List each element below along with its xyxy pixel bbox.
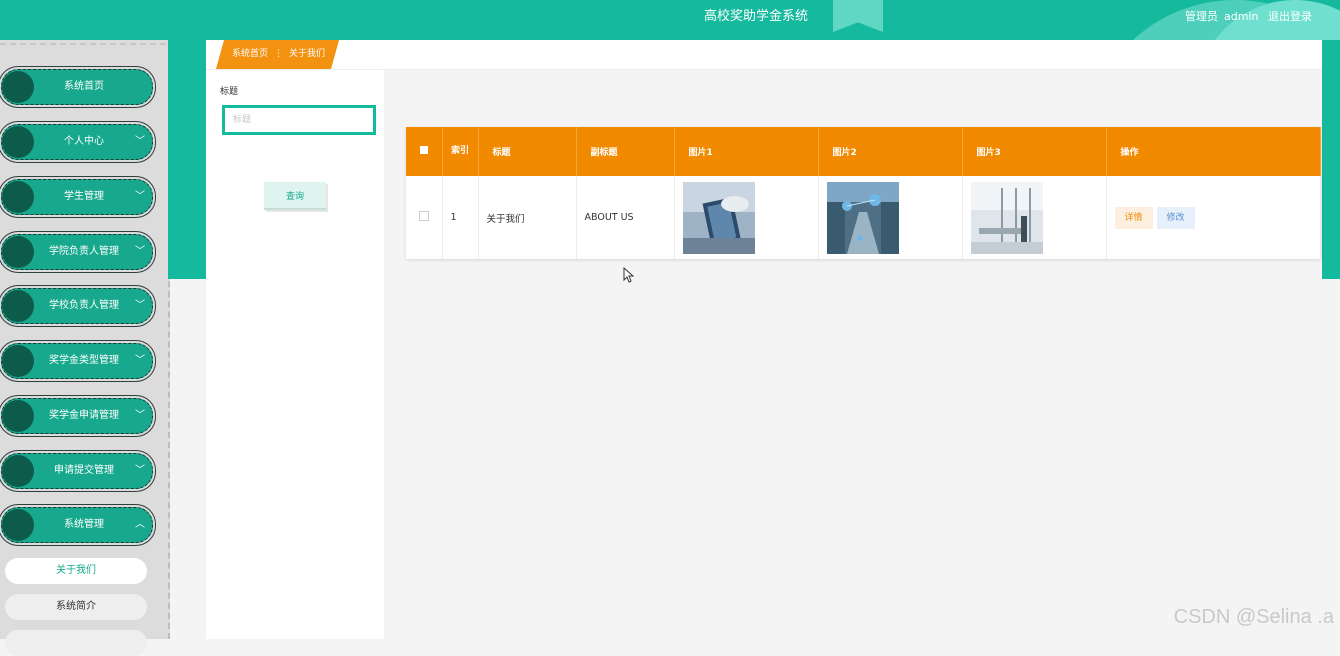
chevron-down-icon: ﹀ bbox=[135, 454, 145, 488]
search-panel: 标题 查询 bbox=[206, 70, 384, 639]
breadcrumb-current: 关于我们 bbox=[289, 49, 325, 59]
meeting-room-photo-image[interactable] bbox=[971, 182, 1043, 254]
header-actions: 操作 bbox=[1106, 127, 1320, 176]
circle-knob-icon bbox=[2, 71, 34, 103]
mouse-pointer-icon bbox=[623, 267, 635, 283]
chevron-down-icon: ﹀ bbox=[135, 125, 145, 159]
circle-knob-icon bbox=[2, 345, 34, 377]
circle-knob-icon bbox=[2, 126, 34, 158]
sidebar-item-submissions[interactable]: 申请提交管理 ﹀ bbox=[1, 453, 153, 489]
sidebar-item-label: 学校负责人管理 bbox=[38, 289, 130, 323]
cell-title: 关于我们 bbox=[478, 176, 576, 259]
header-index: 索引 bbox=[442, 127, 478, 176]
circle-knob-icon bbox=[2, 455, 34, 487]
sidebar-item-home[interactable]: 系统首页 bbox=[1, 69, 153, 105]
sidebar-subitem-more[interactable] bbox=[5, 630, 147, 656]
header-subtitle: 副标题 bbox=[576, 127, 674, 176]
edit-button[interactable]: 修改 bbox=[1157, 207, 1195, 229]
header-image1: 图片1 bbox=[674, 127, 818, 176]
sidebar-item-school-heads[interactable]: 学校负责人管理 ﹀ bbox=[1, 288, 153, 324]
data-table: 索引 标题 副标题 图片1 图片2 图片3 操作 1 关于我们 ABOUT US bbox=[406, 127, 1321, 259]
chevron-down-icon: ﹀ bbox=[135, 344, 145, 378]
header-image2: 图片2 bbox=[818, 127, 962, 176]
breadcrumb-bar: 系统首页 ⋮ 关于我们 bbox=[206, 40, 1322, 70]
sidebar-item-scholarship-types[interactable]: 奖学金类型管理 ﹀ bbox=[1, 343, 153, 379]
sidebar-item-college-heads[interactable]: 学院负责人管理 ﹀ bbox=[1, 234, 153, 270]
cell-image3 bbox=[962, 176, 1106, 259]
header-title: 标题 bbox=[478, 127, 576, 176]
logout-link[interactable]: 退出登录 bbox=[1268, 10, 1312, 23]
sidebar-item-students[interactable]: 学生管理 ﹀ bbox=[1, 179, 153, 215]
search-label: 标题 bbox=[220, 84, 238, 97]
sidebar-item-scholarship-applications[interactable]: 奖学金申请管理 ﹀ bbox=[1, 398, 153, 434]
sidebar-item-label: 奖学金类型管理 bbox=[38, 344, 130, 378]
cell-index: 1 bbox=[442, 176, 478, 259]
cell-subtitle: ABOUT US bbox=[576, 176, 674, 259]
tablet-photo-image[interactable] bbox=[683, 182, 755, 254]
circle-knob-icon bbox=[2, 509, 34, 541]
table-row: 1 关于我们 ABOUT US bbox=[406, 176, 1320, 259]
user-role: 管理员 bbox=[1185, 10, 1218, 23]
sidebar-item-label: 奖学金申请管理 bbox=[38, 399, 130, 433]
sidebar-subitem-about-us[interactable]: 关于我们 bbox=[5, 558, 147, 584]
sidebar-subitem-system-intro[interactable]: 系统简介 bbox=[5, 594, 147, 620]
breadcrumb: 系统首页 ⋮ 关于我们 bbox=[216, 40, 339, 69]
breadcrumb-home[interactable]: 系统首页 bbox=[232, 49, 268, 59]
breadcrumb-separator-icon: ⋮ bbox=[274, 49, 283, 59]
checkbox-icon[interactable] bbox=[419, 211, 429, 221]
table-header-row: 索引 标题 副标题 图片1 图片2 图片3 操作 bbox=[406, 127, 1320, 176]
circle-knob-icon bbox=[2, 400, 34, 432]
user-area: 管理员 admin 退出登录 bbox=[1179, 0, 1312, 34]
chevron-up-icon: ︿ bbox=[135, 508, 145, 542]
sidebar: 系统首页 个人中心 ﹀ 学生管理 ﹀ 学院负责人管理 ﹀ 学校负责人管理 ﹀ 奖… bbox=[0, 40, 170, 639]
checkbox-icon[interactable] bbox=[420, 146, 428, 154]
circle-knob-icon bbox=[2, 290, 34, 322]
circle-knob-icon bbox=[2, 181, 34, 213]
user-name: admin bbox=[1224, 10, 1258, 23]
sidebar-item-label: 个人中心 bbox=[38, 125, 130, 159]
warehouse-photo-image[interactable] bbox=[827, 182, 899, 254]
cell-actions: 详情修改 bbox=[1106, 176, 1320, 259]
sidebar-item-label: 系统管理 bbox=[38, 508, 130, 542]
watermark: CSDN @Selina .a bbox=[1174, 606, 1334, 629]
chevron-down-icon: ﹀ bbox=[135, 399, 145, 433]
chevron-down-icon: ﹀ bbox=[135, 180, 145, 214]
query-button[interactable]: 查询 bbox=[264, 182, 326, 210]
cell-image2 bbox=[818, 176, 962, 259]
sidebar-item-system-management[interactable]: 系统管理 ︿ bbox=[1, 507, 153, 543]
top-bar: 高校奖助学金系统 管理员 admin 退出登录 bbox=[0, 0, 1340, 40]
app-title: 高校奖助学金系统 bbox=[670, 0, 842, 34]
sidebar-item-label: 申请提交管理 bbox=[38, 454, 130, 488]
detail-button[interactable]: 详情 bbox=[1115, 207, 1153, 229]
title-search-input[interactable] bbox=[222, 105, 376, 135]
cell-image1 bbox=[674, 176, 818, 259]
sidebar-item-label: 系统首页 bbox=[38, 70, 130, 104]
sidebar-item-label: 学院负责人管理 bbox=[38, 235, 130, 269]
sidebar-item-personal-center[interactable]: 个人中心 ﹀ bbox=[1, 124, 153, 160]
header-select-all[interactable] bbox=[406, 127, 442, 176]
row-select[interactable] bbox=[406, 176, 442, 259]
main-panel: 系统首页 ⋮ 关于我们 标题 查询 索引 标题 副标题 图片1 图片2 图片3 操作 bbox=[206, 40, 1322, 639]
chevron-down-icon: ﹀ bbox=[135, 289, 145, 323]
header-image3: 图片3 bbox=[962, 127, 1106, 176]
sidebar-item-label: 学生管理 bbox=[38, 180, 130, 214]
chevron-down-icon: ﹀ bbox=[135, 235, 145, 269]
circle-knob-icon bbox=[2, 236, 34, 268]
